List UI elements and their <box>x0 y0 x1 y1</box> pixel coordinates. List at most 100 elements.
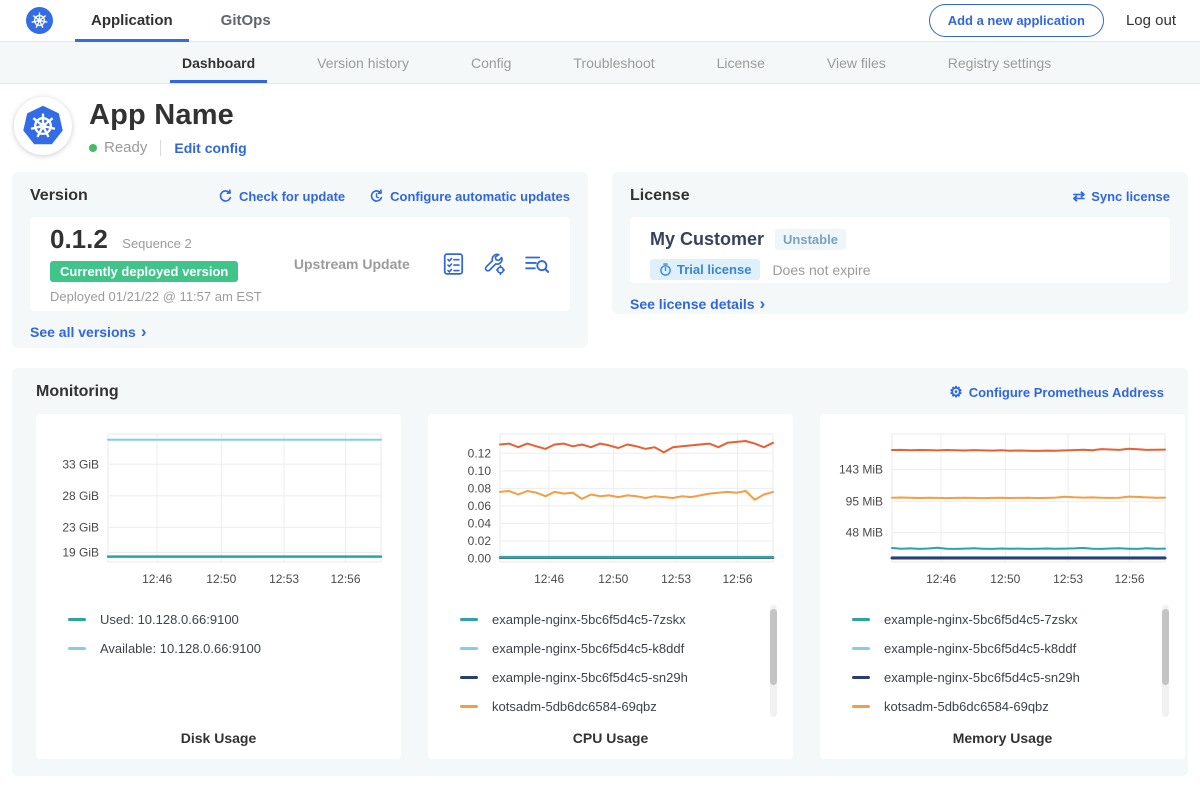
deployed-timestamp: Deployed 01/21/22 @ 11:57 am EST <box>50 289 262 304</box>
cpu-usage-chart-card: 12:4612:5012:5312:560.120.100.080.060.04… <box>428 414 793 759</box>
check-for-update-link[interactable]: Check for update <box>218 189 345 204</box>
svg-text:0.06: 0.06 <box>468 499 492 513</box>
tab-registry-settings[interactable]: Registry settings <box>944 42 1055 83</box>
svg-text:48 MiB: 48 MiB <box>846 526 883 540</box>
legend-label: Available: 10.128.0.66:9100 <box>100 641 261 656</box>
legend-item: example-nginx-5bc6f5d4c5-sn29h <box>852 663 1175 692</box>
version-card-title: Version <box>30 187 88 205</box>
svg-text:12:56: 12:56 <box>722 572 752 586</box>
memory-usage-plot: 12:4612:5012:5312:56143 MiB95 MiB48 MiB <box>830 424 1175 597</box>
legend-label: example-nginx-5bc6f5d4c5-sn29h <box>492 670 688 685</box>
legend-swatch <box>852 705 870 708</box>
svg-text:23 GiB: 23 GiB <box>62 520 99 534</box>
monitoring-title: Monitoring <box>36 383 119 401</box>
legend-label: example-nginx-5bc6f5d4c5-7zskx <box>884 612 1078 627</box>
memory-usage-chart-card: 12:4612:5012:5312:56143 MiB95 MiB48 MiB … <box>820 414 1185 759</box>
svg-text:12:46: 12:46 <box>926 572 956 586</box>
legend-item: example-nginx-5bc6f5d4c5-sn29h <box>460 663 783 692</box>
version-source-label: Upstream Update <box>262 256 442 272</box>
legend-scrollbar[interactable] <box>770 605 777 717</box>
tab-license[interactable]: License <box>713 42 769 83</box>
legend-label: kotsadm-5db6dc6584-69qbz <box>884 699 1049 714</box>
license-card: License ⇄ Sync license My Customer Unsta… <box>612 172 1188 314</box>
legend-item: Available: 10.128.0.66:9100 <box>68 634 391 663</box>
legend-swatch <box>852 676 870 679</box>
disk-usage-plot: 12:4612:5012:5312:5633 GiB28 GiB23 GiB19… <box>46 424 391 597</box>
kubernetes-logo-icon <box>26 7 53 34</box>
chart-title: CPU Usage <box>438 730 783 746</box>
app-kubernetes-icon <box>14 97 72 155</box>
configure-prometheus-link[interactable]: ⚙ Configure Prometheus Address <box>949 385 1164 400</box>
svg-text:0.04: 0.04 <box>468 516 492 530</box>
refresh-icon <box>218 189 233 204</box>
deployed-version-badge: Currently deployed version <box>50 261 238 282</box>
sync-license-link[interactable]: ⇄ Sync license <box>1073 189 1170 204</box>
svg-text:12:50: 12:50 <box>206 572 236 586</box>
scrollbar-thumb[interactable] <box>770 609 777 685</box>
stopwatch-icon <box>659 263 672 276</box>
tab-troubleshoot[interactable]: Troubleshoot <box>569 42 658 83</box>
svg-text:95 MiB: 95 MiB <box>846 494 883 508</box>
svg-text:12:50: 12:50 <box>990 572 1020 586</box>
page-title: App Name <box>89 99 247 132</box>
legend-scrollbar[interactable] <box>1162 605 1169 717</box>
svg-text:0.10: 0.10 <box>468 464 492 478</box>
license-summary-row: My Customer Unstable Trial license Does … <box>630 217 1170 283</box>
legend-item: example-nginx-5bc6f5d4c5-7zskx <box>460 605 783 634</box>
svg-text:33 GiB: 33 GiB <box>62 457 99 471</box>
svg-text:12:46: 12:46 <box>534 572 564 586</box>
legend-label: example-nginx-5bc6f5d4c5-k8ddf <box>884 641 1076 656</box>
channel-badge: Unstable <box>775 229 846 250</box>
svg-text:0.12: 0.12 <box>468 446 492 460</box>
config-wrench-gear-icon[interactable] <box>483 252 507 276</box>
chevron-right-icon: › <box>141 323 147 340</box>
chevron-right-icon: › <box>760 295 766 312</box>
current-version-row: 0.1.2 Sequence 2 Currently deployed vers… <box>30 217 570 311</box>
legend-item: example-nginx-5bc6f5d4c5-7zskx <box>852 605 1175 634</box>
edit-config-link[interactable]: Edit config <box>174 140 246 156</box>
see-license-details-link[interactable]: See license details › <box>630 295 765 312</box>
legend-swatch <box>460 705 478 708</box>
svg-text:12:53: 12:53 <box>661 572 691 586</box>
topnav-tab-gitops[interactable]: GitOps <box>219 0 273 42</box>
legend-swatch <box>852 647 870 650</box>
preflight-checklist-icon[interactable] <box>442 252 466 276</box>
logout-button[interactable]: Log out <box>1126 12 1176 29</box>
app-sub-nav: Dashboard Version history Config Troublesho… <box>0 42 1200 84</box>
legend-swatch <box>68 618 86 621</box>
cpu-usage-legend: example-nginx-5bc6f5d4c5-7zskx example-ng… <box>460 605 783 730</box>
svg-text:12:56: 12:56 <box>330 572 360 586</box>
legend-swatch <box>852 618 870 621</box>
tab-dashboard[interactable]: Dashboard <box>178 42 259 83</box>
divider <box>160 140 161 156</box>
legend-item: example-nginx-5bc6f5d4c5-k8ddf <box>460 634 783 663</box>
legend-label: example-nginx-5bc6f5d4c5-k8ddf <box>492 641 684 656</box>
legend-item: kotsadm-5db6dc6584-69qbz <box>460 692 783 721</box>
svg-text:12:53: 12:53 <box>1053 572 1083 586</box>
version-number: 0.1.2 <box>50 224 108 254</box>
svg-text:19 GiB: 19 GiB <box>62 546 99 560</box>
diff-files-icon[interactable] <box>524 252 550 276</box>
tab-view-files[interactable]: View files <box>823 42 890 83</box>
tab-version-history[interactable]: Version history <box>313 42 413 83</box>
configure-automatic-updates-link[interactable]: Configure automatic updates <box>369 189 570 204</box>
add-application-button[interactable]: Add a new application <box>929 4 1104 37</box>
license-type-badge: Trial license <box>650 259 760 280</box>
topnav-tab-application[interactable]: Application <box>89 0 175 42</box>
top-nav: ApplicationGitOps Add a new application … <box>0 0 1200 42</box>
status-badge: Ready <box>104 139 147 156</box>
tab-config[interactable]: Config <box>467 42 515 83</box>
legend-label: kotsadm-5db6dc6584-69qbz <box>492 699 657 714</box>
legend-label: example-nginx-5bc6f5d4c5-7zskx <box>492 612 686 627</box>
gear-icon: ⚙ <box>949 385 962 400</box>
disk-usage-legend: Used: 10.128.0.66:9100 Available: 10.128.… <box>68 605 391 730</box>
license-card-title: License <box>630 187 690 205</box>
svg-text:12:53: 12:53 <box>269 572 299 586</box>
clock-refresh-icon <box>369 189 384 204</box>
see-all-versions-link[interactable]: See all versions › <box>30 323 147 340</box>
svg-text:143 MiB: 143 MiB <box>839 462 883 476</box>
legend-label: Used: 10.128.0.66:9100 <box>100 612 239 627</box>
chart-title: Disk Usage <box>46 730 391 746</box>
sequence-label: Sequence 2 <box>122 236 191 251</box>
scrollbar-thumb[interactable] <box>1162 609 1169 685</box>
